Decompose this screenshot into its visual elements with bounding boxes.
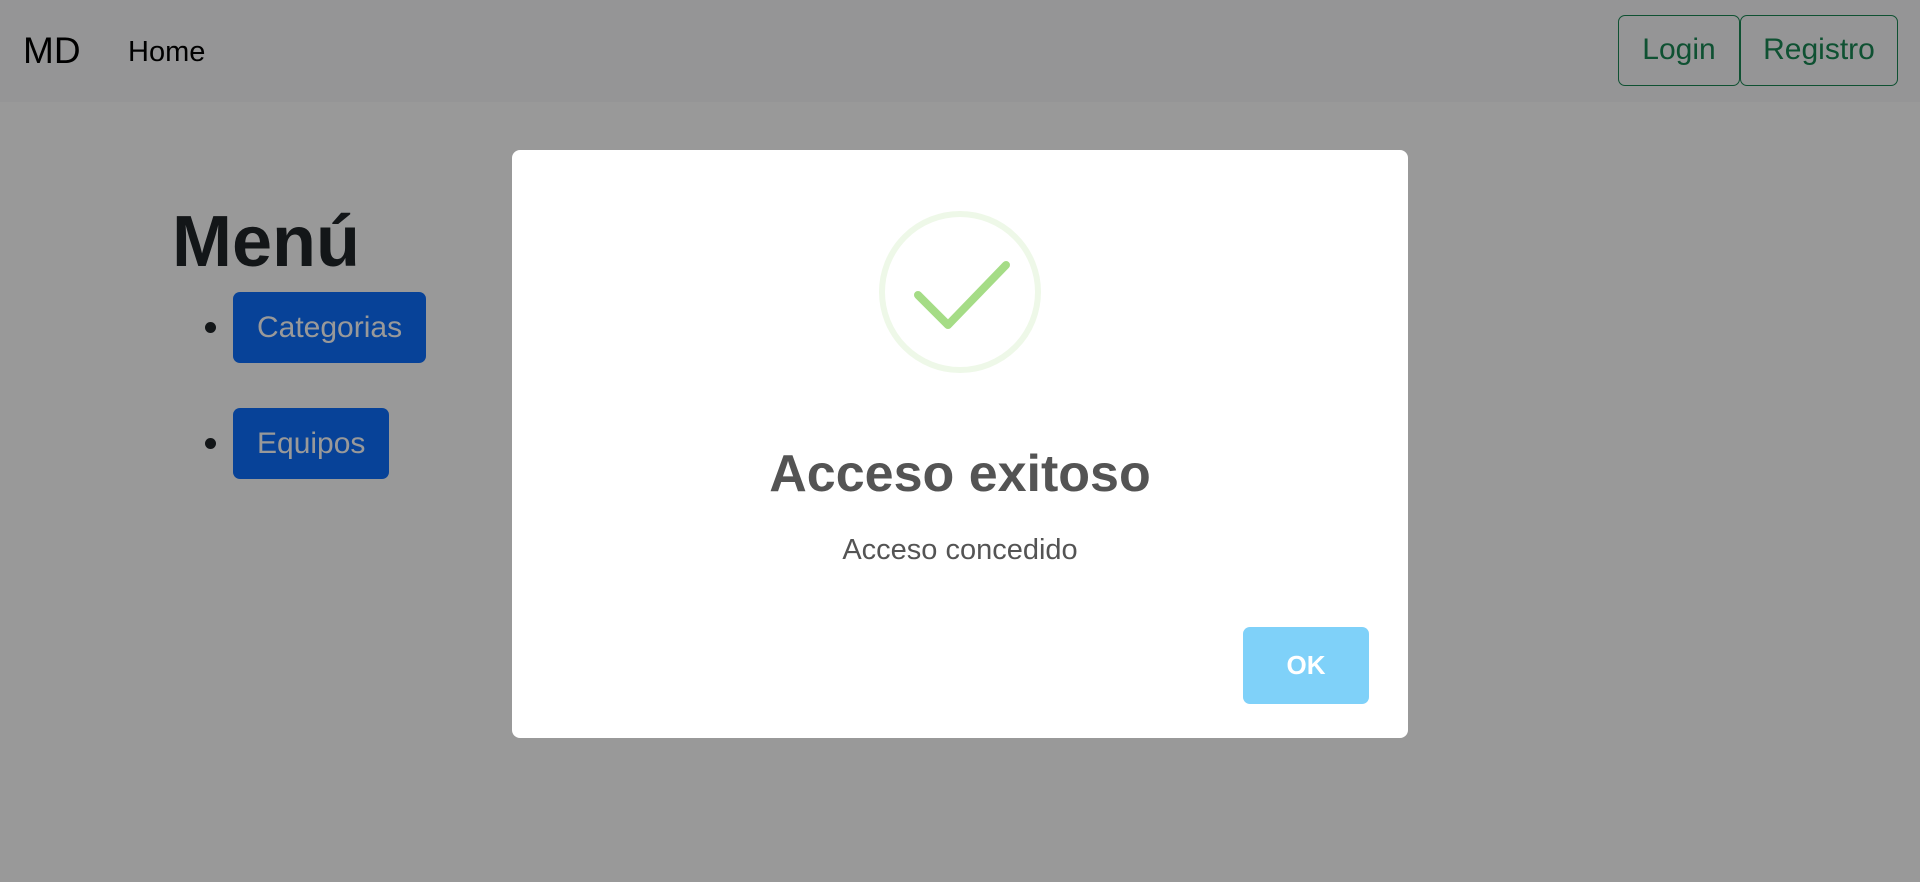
- ok-button[interactable]: OK: [1243, 627, 1369, 704]
- success-dialog: Acceso exitoso Acceso concedido OK: [512, 150, 1408, 738]
- dialog-message: Acceso concedido: [842, 534, 1078, 566]
- page: MD Home Login Registro Menú Categorias E…: [0, 0, 1920, 882]
- dialog-title: Acceso exitoso: [769, 445, 1151, 503]
- success-check-icon: [879, 211, 1041, 373]
